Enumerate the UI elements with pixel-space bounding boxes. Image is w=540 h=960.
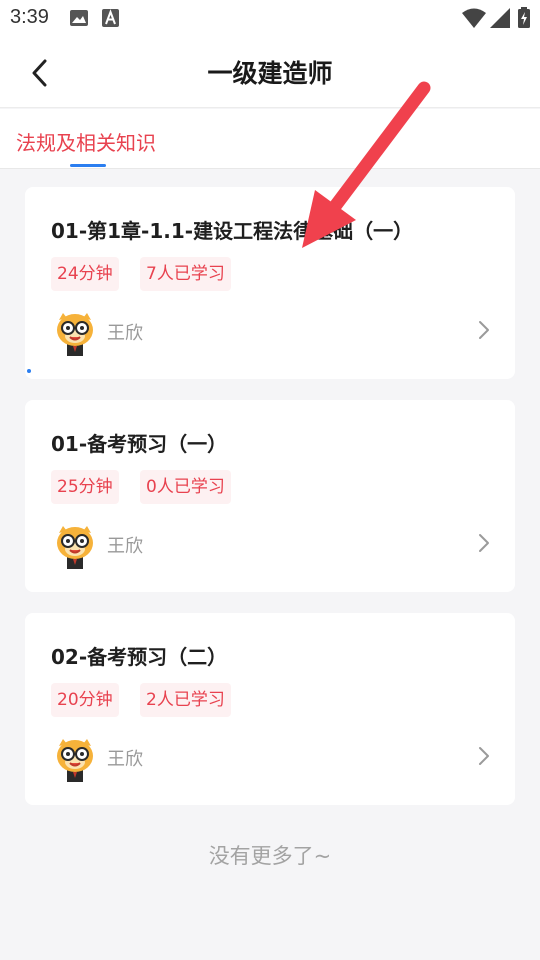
- tab-regulations[interactable]: 法规及相关知识: [16, 127, 156, 156]
- teacher-name: 王欣: [107, 323, 143, 344]
- course-title: 02-备考预习（二）: [51, 645, 228, 669]
- wifi-icon: [462, 8, 486, 28]
- course-title: 01-第1章-1.1-建设工程法律基础（一）: [51, 219, 414, 243]
- chevron-right-icon: [479, 321, 489, 339]
- learners-tag: 0人已学习: [140, 470, 231, 504]
- teacher-avatar: [57, 739, 93, 782]
- course-card[interactable]: 02-备考预习（二） 20分钟 2人已学习 王欣: [25, 613, 515, 805]
- page-title: 一级建造师: [207, 59, 333, 88]
- teacher-avatar: [57, 313, 93, 356]
- font-a-icon: [102, 9, 119, 27]
- status-time: 3:39: [10, 6, 49, 28]
- teacher-name: 王欣: [107, 749, 143, 770]
- course-title: 01-备考预习（一）: [51, 432, 228, 456]
- app-header: 一级建造师: [0, 36, 540, 108]
- chevron-right-icon: [479, 747, 489, 765]
- duration-tag: 24分钟: [51, 257, 119, 291]
- learners-tag: 2人已学习: [140, 683, 231, 717]
- end-of-list-text: 没有更多了~: [208, 844, 332, 868]
- duration-tag: 25分钟: [51, 470, 119, 504]
- course-card[interactable]: 01-第1章-1.1-建设工程法律基础（一） 24分钟 7人已学习 王欣: [25, 187, 515, 379]
- teacher-avatar: [57, 526, 93, 569]
- learners-tag: 7人已学习: [140, 257, 231, 291]
- teacher-name: 王欣: [107, 536, 143, 557]
- image-icon: [70, 10, 88, 26]
- tab-bar: 法规及相关知识: [0, 109, 540, 169]
- duration-tag: 20分钟: [51, 683, 119, 717]
- status-bar: 3:39: [0, 0, 540, 36]
- chevron-right-icon: [479, 534, 489, 552]
- signal-icon: [490, 8, 510, 28]
- progress-dot: [27, 369, 31, 373]
- tab-active-indicator: [70, 164, 106, 167]
- course-card[interactable]: 01-备考预习（一） 25分钟 0人已学习 王欣: [25, 400, 515, 592]
- battery-icon: [518, 7, 530, 28]
